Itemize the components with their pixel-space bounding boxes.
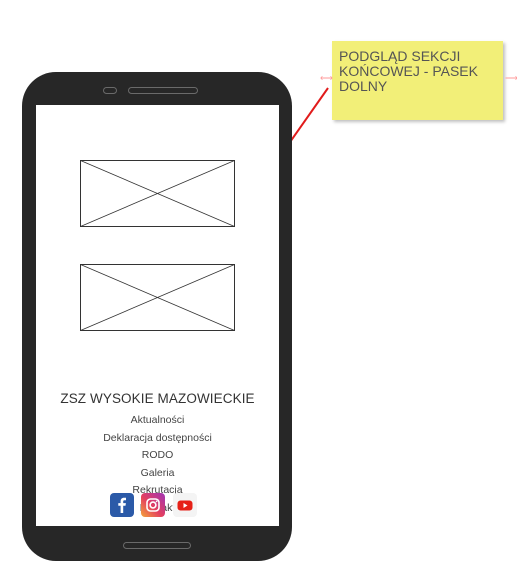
menu-item-aktualnosci[interactable]: Aktualności <box>36 412 279 430</box>
image-placeholder-2 <box>80 264 235 331</box>
phone-screen: ZSZ WYSOKIE MAZOWIECKIE Aktualności Dekl… <box>36 105 279 526</box>
camera-icon <box>103 87 117 94</box>
instagram-icon[interactable] <box>141 493 165 517</box>
menu-item-galeria[interactable]: Galeria <box>36 465 279 483</box>
menu-item-deklaracja[interactable]: Deklaracja dostępności <box>36 430 279 448</box>
social-links <box>107 493 207 519</box>
home-button <box>123 542 191 549</box>
resize-handle-left-icon[interactable]: ⟷ <box>320 74 333 83</box>
youtube-icon[interactable] <box>173 493 197 517</box>
footer-title: ZSZ WYSOKIE MAZOWIECKIE <box>60 391 255 406</box>
menu-item-rodo[interactable]: RODO <box>36 447 279 465</box>
phone-mockup: ZSZ WYSOKIE MAZOWIECKIE Aktualności Dekl… <box>22 72 292 561</box>
annotation-note: PODGLĄD SEKCJI KOŃCOWEJ - PASEK DOLNY <box>332 41 503 120</box>
speaker-grille <box>128 87 198 94</box>
image-placeholder-1 <box>80 160 235 227</box>
facebook-icon[interactable] <box>110 493 134 517</box>
resize-handle-right-icon[interactable]: ⟶ <box>505 74 517 83</box>
annotation-note-text: PODGLĄD SEKCJI KOŃCOWEJ - PASEK DOLNY <box>339 48 478 94</box>
